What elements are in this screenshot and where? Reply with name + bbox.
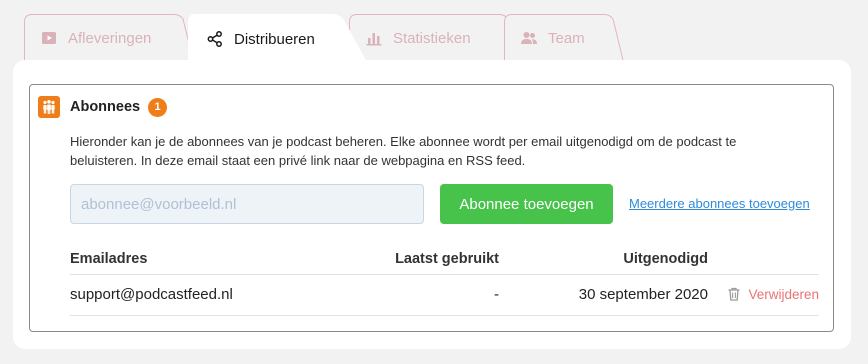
column-header-email: Emailadres	[70, 251, 148, 267]
trash-icon	[726, 286, 742, 302]
tab-team[interactable]: Team	[504, 14, 624, 62]
panel-description: Hieronder kan je de abonnees van je podc…	[70, 134, 737, 168]
subscribers-panel: Abonnees 1 Hieronder kan je de abonnees …	[29, 84, 834, 332]
users-icon	[520, 29, 538, 47]
tab-distribueren[interactable]: Distribueren	[188, 14, 368, 64]
people-icon	[38, 96, 60, 118]
panel-header: Abonnees 1	[38, 96, 168, 118]
tab-label: Team	[548, 29, 585, 47]
add-multiple-subscribers-link[interactable]: Meerdere abonnees toevoegen	[629, 196, 810, 211]
column-header-invited: Uitgenodigd	[623, 251, 708, 267]
subscriber-email: support@podcastfeed.nl	[70, 286, 233, 303]
share-icon	[206, 30, 224, 48]
tab-label: Statistieken	[393, 29, 471, 47]
table-row: support@podcastfeed.nl - 30 september 20…	[70, 275, 819, 316]
subscriber-last-used: -	[494, 286, 499, 303]
distribution-card: Abonnees 1 Hieronder kan je de abonnees …	[13, 60, 851, 349]
add-subscriber-button[interactable]: Abonnee toevoegen	[440, 184, 613, 224]
tab-label: Distribueren	[234, 30, 315, 48]
delete-subscriber-button[interactable]: Verwijderen	[726, 286, 819, 302]
panel-title: Abonnees	[70, 99, 141, 115]
subscribers-table: Emailadres Laatst gebruikt Uitgenodigd s…	[70, 247, 819, 316]
tab-statistieken[interactable]: Statistieken	[349, 14, 519, 62]
delete-label: Verwijderen	[748, 286, 819, 302]
tab-afleveringen[interactable]: Afleveringen	[24, 14, 194, 62]
subscriber-email-input[interactable]	[70, 184, 424, 224]
tab-bar: Afleveringen Statistieken Team Distribue…	[0, 0, 868, 64]
play-square-icon	[40, 29, 58, 47]
subscriber-count-badge: 1	[148, 97, 168, 117]
tab-label: Afleveringen	[68, 29, 152, 47]
subscriber-invited-date: 30 september 2020	[578, 286, 708, 303]
table-header-row: Emailadres Laatst gebruikt Uitgenodigd	[70, 247, 819, 275]
column-header-last-used: Laatst gebruikt	[395, 251, 499, 267]
